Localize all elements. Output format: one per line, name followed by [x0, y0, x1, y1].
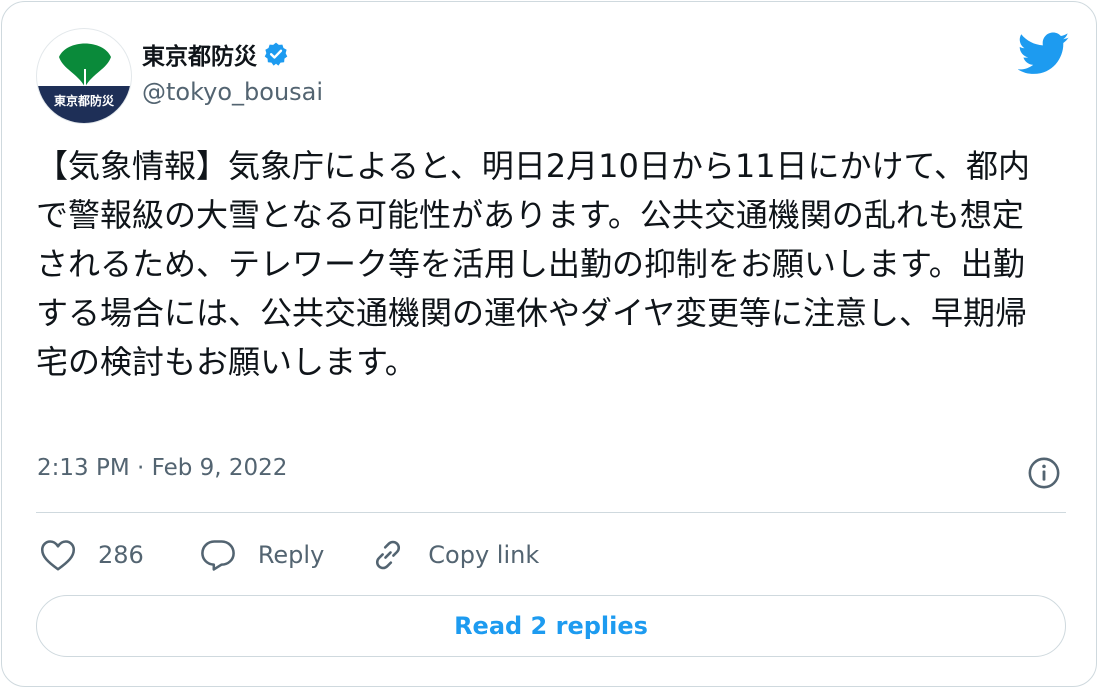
reply-label: Reply — [257, 541, 325, 569]
divider — [36, 512, 1066, 513]
copy-link-label: Copy link — [428, 541, 540, 569]
like-button[interactable]: 286 — [40, 538, 144, 572]
tweet-text: 【気象情報】気象庁によると、明日2月10日から11日にかけて、都内で警報級の大雪… — [36, 147, 1030, 381]
tweet-timestamp[interactable]: 2:13 PM · Feb 9, 2022 — [37, 455, 287, 481]
action-bar: 286 Reply Copy link — [40, 532, 539, 578]
speech-bubble-icon — [200, 540, 235, 571]
like-count: 286 — [98, 541, 144, 569]
reply-button[interactable]: Reply — [200, 538, 324, 572]
avatar[interactable]: 東京都防災 — [36, 28, 132, 124]
author-name-row: 東京都防災 — [142, 36, 289, 72]
copy-link-button[interactable]: Copy link — [370, 538, 539, 572]
display-name[interactable]: 東京都防災 — [142, 37, 257, 71]
tweet-card: 東京都防災 東京都防災 @tokyo_bousai 【気象情報】気象庁によると、… — [1, 1, 1097, 687]
author-handle[interactable]: @tokyo_bousai — [142, 78, 323, 106]
heart-icon — [40, 540, 76, 571]
read-replies-button[interactable]: Read 2 replies — [36, 595, 1066, 657]
info-icon[interactable] — [1027, 456, 1061, 490]
twitter-bird-icon[interactable] — [1018, 32, 1070, 76]
link-icon — [376, 540, 401, 570]
avatar-label: 東京都防災 — [37, 86, 131, 123]
verified-badge-icon — [264, 42, 288, 66]
